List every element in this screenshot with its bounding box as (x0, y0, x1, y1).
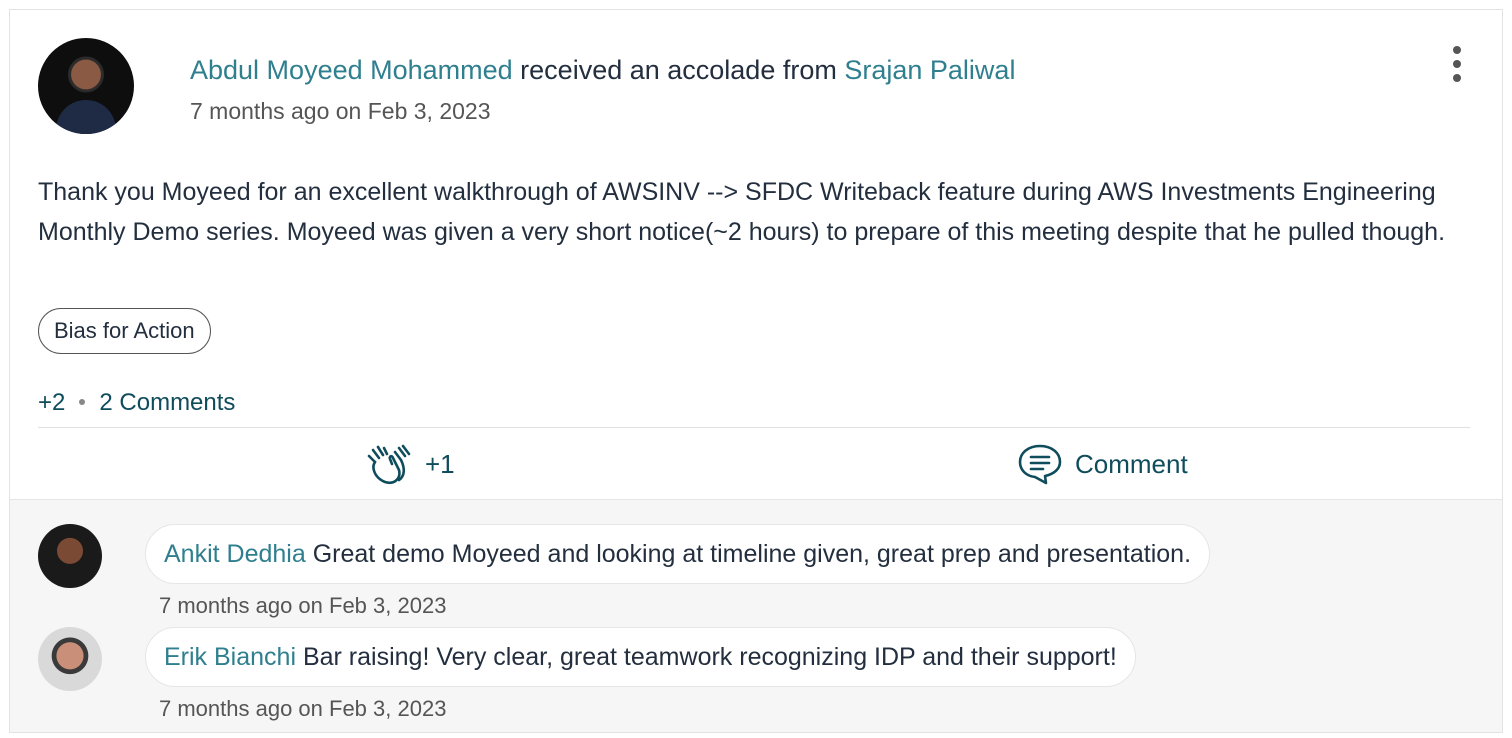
commenter-avatar[interactable] (38, 524, 102, 588)
comment-text: Bar raising! Very clear, great teamwork … (296, 643, 1117, 671)
leadership-principle-tag[interactable]: Bias for Action (38, 308, 211, 354)
comment-timestamp: 7 months ago on Feb 3, 2023 (159, 593, 447, 618)
action-text: received an accolade from (512, 55, 845, 85)
comment-bubble: Erik Bianchi Bar raising! Very clear, gr… (145, 627, 1136, 687)
post-stats: +2 2 Comments (38, 388, 235, 418)
post-timestamp: 7 months ago on Feb 3, 2023 (190, 98, 491, 124)
comment-bubble: Ankit Dedhia Great demo Moyeed and looki… (145, 524, 1211, 584)
post-title: Abdul Moyeed Mohammed received an accola… (190, 52, 1015, 88)
reactions-count[interactable]: +2 (38, 389, 65, 416)
comment-author-link[interactable]: Erik Bianchi (164, 643, 296, 671)
accolade-message: Thank you Moyeed for an excellent walkth… (38, 178, 1446, 246)
comment-button[interactable]: Comment (1017, 442, 1502, 486)
like-button[interactable]: +1 (365, 442, 455, 486)
commenter-avatar[interactable] (38, 627, 102, 691)
recipient-link[interactable]: Abdul Moyeed Mohammed (190, 55, 513, 85)
comments-count-link[interactable]: 2 Comments (99, 389, 235, 416)
divider (38, 427, 1470, 428)
comment-text: Great demo Moyeed and looking at timelin… (305, 540, 1192, 568)
more-vertical-icon[interactable] (1450, 46, 1464, 82)
comment-label: Comment (1075, 448, 1188, 479)
recipient-avatar[interactable] (38, 38, 134, 134)
separator-dot (79, 398, 86, 405)
comment-author-link[interactable]: Ankit Dedhia (164, 540, 306, 568)
post-header: Abdul Moyeed Mohammed received an accola… (10, 10, 1502, 150)
chat-bubble-icon (1018, 444, 1062, 485)
accolade-card: Abdul Moyeed Mohammed received an accola… (9, 9, 1503, 733)
clapping-hands-icon (367, 444, 411, 484)
like-count: +1 (425, 448, 455, 479)
comments-section: Ankit Dedhia Great demo Moyeed and looki… (10, 499, 1502, 732)
sender-link[interactable]: Srajan Paliwal (844, 55, 1015, 85)
comment-timestamp: 7 months ago on Feb 3, 2023 (159, 696, 447, 721)
